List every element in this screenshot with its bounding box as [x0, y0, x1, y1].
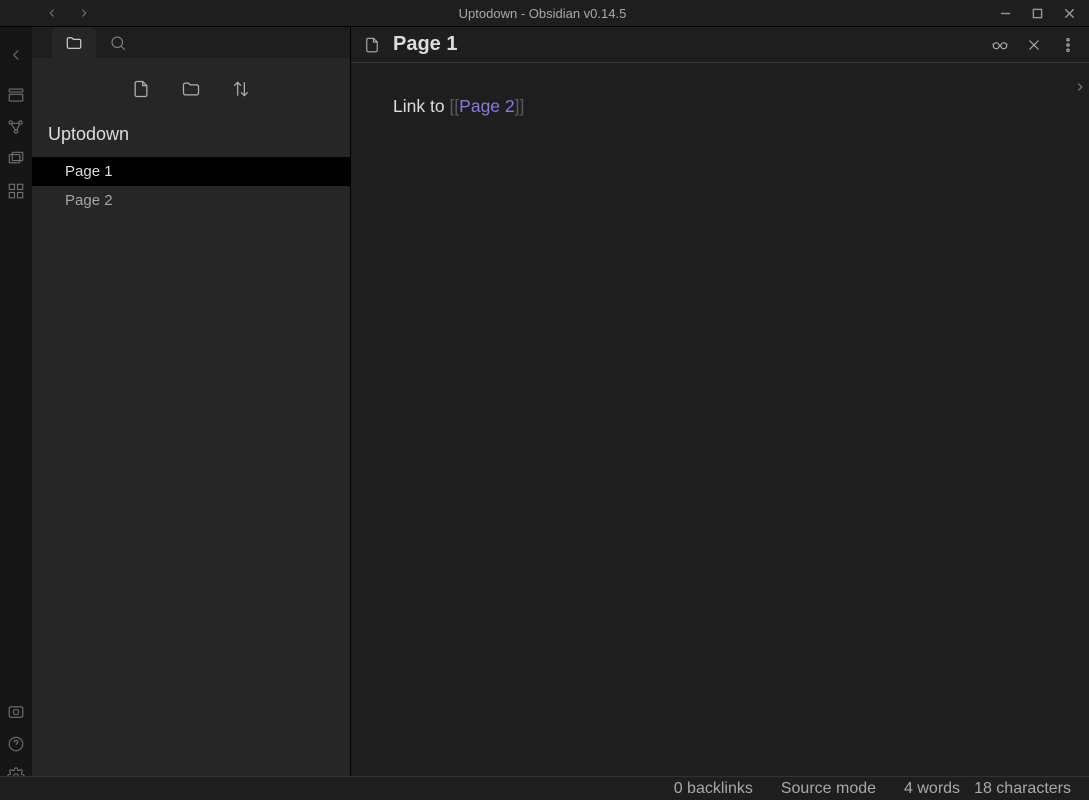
word-count-status[interactable]: 4 words [904, 780, 960, 798]
nav-back-button[interactable] [40, 1, 64, 25]
editor-body[interactable]: Link to [[Page 2]] [351, 63, 1089, 149]
internal-link[interactable]: Page 2 [459, 96, 514, 116]
vault-icon[interactable] [2, 696, 30, 728]
sidebar-tabs [32, 27, 350, 58]
close-window-button[interactable] [1053, 1, 1085, 25]
mode-status[interactable]: Source mode [781, 780, 876, 798]
file-item-page-1[interactable]: Page 1 [32, 157, 350, 186]
char-count-status[interactable]: 18 characters [974, 780, 1071, 798]
file-tree: Page 1 Page 2 [32, 155, 350, 215]
link-bracket-close: ]] [515, 96, 525, 116]
more-options-button[interactable] [1055, 32, 1081, 58]
search-tab[interactable] [96, 27, 140, 58]
reading-view-button[interactable] [987, 32, 1013, 58]
editor-pane: Page 1 Link to [[Page 2]] [351, 27, 1089, 800]
quick-switcher-icon[interactable] [2, 79, 30, 111]
editor-header: Page 1 [351, 27, 1089, 63]
maximize-button[interactable] [1021, 1, 1053, 25]
minimize-button[interactable] [989, 1, 1021, 25]
vault-title: Uptodown [32, 112, 350, 155]
collapse-sidebar-button[interactable] [2, 31, 30, 79]
sidebar-actions [32, 66, 350, 112]
new-folder-button[interactable] [180, 78, 202, 100]
new-note-button[interactable] [130, 78, 152, 100]
file-icon [361, 34, 383, 56]
ribbon [0, 27, 32, 800]
statusbar: 0 backlinks Source mode 4 words 18 chara… [0, 776, 1089, 800]
collapse-right-sidebar-button[interactable] [1070, 67, 1089, 107]
create-note-icon[interactable] [2, 143, 30, 175]
close-tab-button[interactable] [1021, 32, 1047, 58]
graph-view-icon[interactable] [2, 111, 30, 143]
link-bracket-open: [[ [449, 96, 459, 116]
file-item-page-2[interactable]: Page 2 [32, 186, 350, 215]
templates-icon[interactable] [2, 175, 30, 207]
sidebar: Uptodown Page 1 Page 2 [32, 27, 351, 800]
editor-title: Page 1 [393, 33, 987, 56]
sort-button[interactable] [230, 78, 252, 100]
help-icon[interactable] [2, 728, 30, 760]
window-title: Uptodown - Obsidian v0.14.5 [459, 6, 627, 21]
nav-forward-button[interactable] [72, 1, 96, 25]
file-explorer-tab[interactable] [52, 27, 96, 58]
backlinks-status[interactable]: 0 backlinks [674, 780, 753, 798]
editor-text: Link to [393, 96, 449, 116]
titlebar: Uptodown - Obsidian v0.14.5 [0, 0, 1089, 27]
